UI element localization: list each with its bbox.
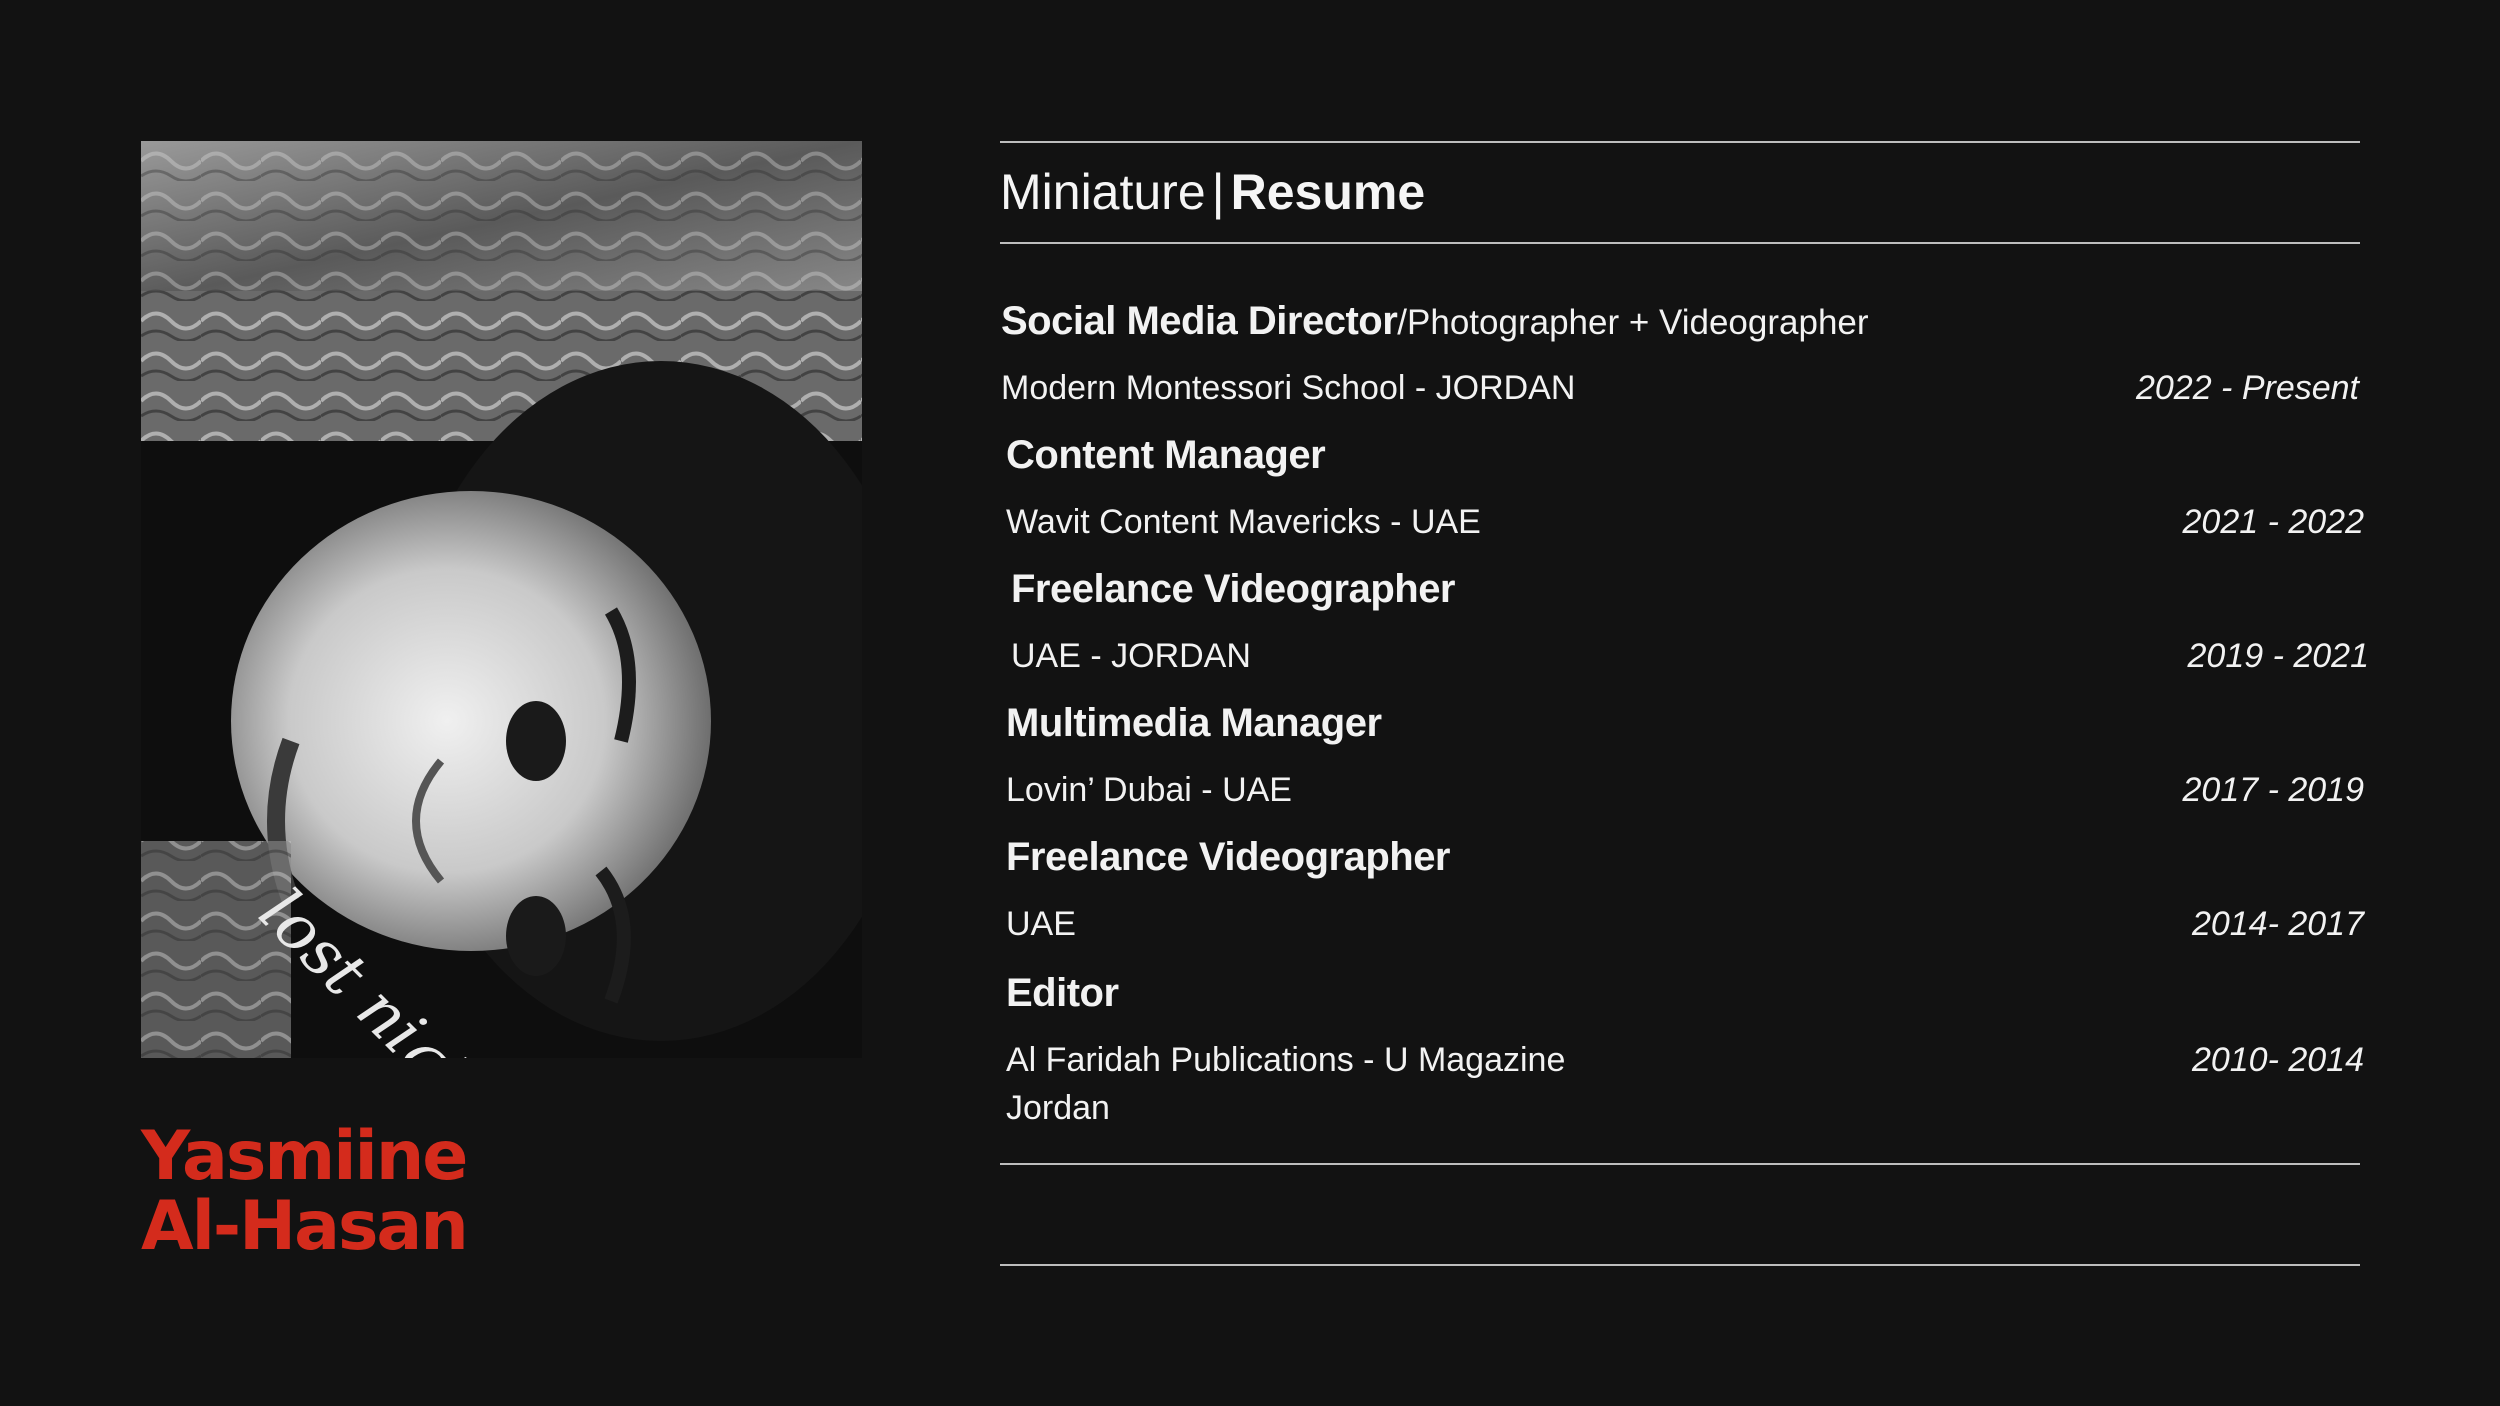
job-entry: Social Media Director/Photographer + Vid… — [1001, 297, 2359, 412]
person-name: Yasmiine Al-Hasan — [141, 1117, 469, 1266]
job-entry: Freelance Videographer UAE 2014- 2017 — [1006, 833, 2364, 948]
heading-separator: | — [1211, 164, 1225, 220]
job-role-extra: /Photographer + Videographer — [1397, 303, 1869, 342]
job-entry: Multimedia Manager Lovin’ Dubai - UAE 20… — [1006, 699, 2364, 814]
job-dates: 2019 - 2021 — [2187, 637, 2370, 675]
heading-bold: Resume — [1230, 164, 1426, 220]
job-title: Editor — [1006, 971, 1119, 1015]
job-organization: UAE — [1006, 905, 1076, 943]
divider-heading — [1000, 242, 2360, 244]
job-dates: 2014- 2017 — [2191, 905, 2364, 943]
job-organization: UAE - JORDAN — [1011, 637, 1251, 675]
job-organization: Lovin’ Dubai - UAE — [1006, 771, 1292, 809]
job-organization: Modern Montessori School - JORDAN — [1001, 369, 1576, 407]
job-entry: Editor Al Faridah Publications - U Magaz… — [1006, 969, 2364, 1132]
job-location: Jordan — [1006, 1089, 1110, 1127]
job-title: Social Media Director — [1001, 299, 1398, 343]
job-title: Multimedia Manager — [1006, 701, 1382, 745]
job-dates: 2021 - 2022 — [2182, 503, 2365, 541]
job-organization: Wavit Content Mavericks - UAE — [1006, 503, 1481, 541]
first-name: Yasmiine — [141, 1117, 468, 1196]
job-title: Freelance Videographer — [1006, 835, 1451, 879]
divider-bottom-2 — [1000, 1264, 2360, 1266]
divider-top — [1000, 141, 2360, 143]
job-dates: 2017 - 2019 — [2182, 771, 2365, 809]
portrait-image: lost night — [141, 141, 862, 1058]
heading-light: Miniature — [1000, 164, 1206, 220]
job-entry: Freelance Videographer UAE - JORDAN 2019… — [1011, 565, 2369, 680]
resume-heading: Miniature | Resume — [1000, 162, 1425, 222]
job-entry: Content Manager Wavit Content Mavericks … — [1006, 431, 2364, 546]
job-title: Freelance Videographer — [1011, 567, 1456, 611]
job-dates: 2022 - Present — [2135, 369, 2359, 407]
last-name: Al-Hasan — [141, 1187, 469, 1266]
portrait-photo: lost night — [141, 141, 862, 1058]
job-title: Content Manager — [1006, 433, 1326, 477]
job-organization: Al Faridah Publications - U Magazine — [1006, 1041, 1566, 1079]
job-dates: 2010- 2014 — [2191, 1041, 2364, 1079]
divider-bottom-1 — [1000, 1163, 2360, 1165]
